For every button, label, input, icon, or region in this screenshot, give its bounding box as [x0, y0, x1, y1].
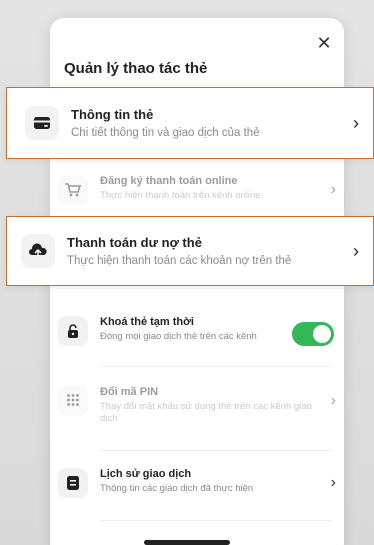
- transaction-history-item[interactable]: Lịch sử giao dịch Thông tin các giao dịc…: [58, 468, 336, 498]
- close-button[interactable]: ✕: [315, 34, 333, 52]
- online-payment-item[interactable]: Đăng ký thanh toán online Thực hiện than…: [58, 175, 336, 205]
- home-indicator: [144, 540, 230, 545]
- item-subtitle: Thay đổi mật khẩu sử dụng thẻ trên các k…: [100, 401, 312, 424]
- debt-payment-item[interactable]: Thanh toán dư nợ thẻ Thực hiện thanh toá…: [6, 216, 374, 286]
- item-subtitle: Chi tiết thông tin và giao dịch của thẻ: [71, 127, 260, 139]
- receipt-icon: [58, 468, 88, 498]
- chevron-right-icon: ›: [353, 240, 359, 261]
- chevron-right-icon: ›: [330, 474, 336, 491]
- card-icon: [25, 106, 59, 140]
- divider: [100, 520, 332, 521]
- item-subtitle: Thông tin các giao dịch đã thực hiện: [100, 483, 254, 494]
- chevron-right-icon: ›: [330, 392, 336, 409]
- keypad-icon: [58, 386, 88, 416]
- lock-icon: [58, 316, 88, 346]
- chevron-right-icon: ›: [330, 181, 336, 198]
- item-title: Đổi mã PIN: [100, 386, 159, 398]
- item-title: Thanh toán dư nợ thẻ: [67, 235, 202, 250]
- divider: [100, 450, 332, 451]
- temporary-lock-toggle[interactable]: [292, 322, 334, 346]
- change-pin-item[interactable]: Đổi mã PIN Thay đổi mật khẩu sử dụng thẻ…: [58, 386, 336, 425]
- upload-icon: [21, 234, 55, 268]
- item-subtitle: Thực hiện thanh toán trên kênh online: [100, 190, 261, 201]
- chevron-right-icon: ›: [353, 112, 359, 133]
- item-title: Lịch sử giao dịch: [100, 468, 192, 480]
- cart-icon: [58, 175, 88, 205]
- close-icon: ✕: [316, 33, 332, 53]
- item-subtitle: Thực hiện thanh toán các khoản nợ trên t…: [67, 255, 292, 267]
- divider: [100, 366, 332, 367]
- item-title: Đăng ký thanh toán online: [100, 175, 238, 187]
- card-info-item[interactable]: Thông tin thẻ Chi tiết thông tin và giao…: [6, 87, 374, 159]
- toggle-knob: [313, 325, 331, 343]
- item-title: Thông tin thẻ: [71, 107, 154, 122]
- sheet-title: Quản lý thao tác thẻ: [64, 60, 208, 77]
